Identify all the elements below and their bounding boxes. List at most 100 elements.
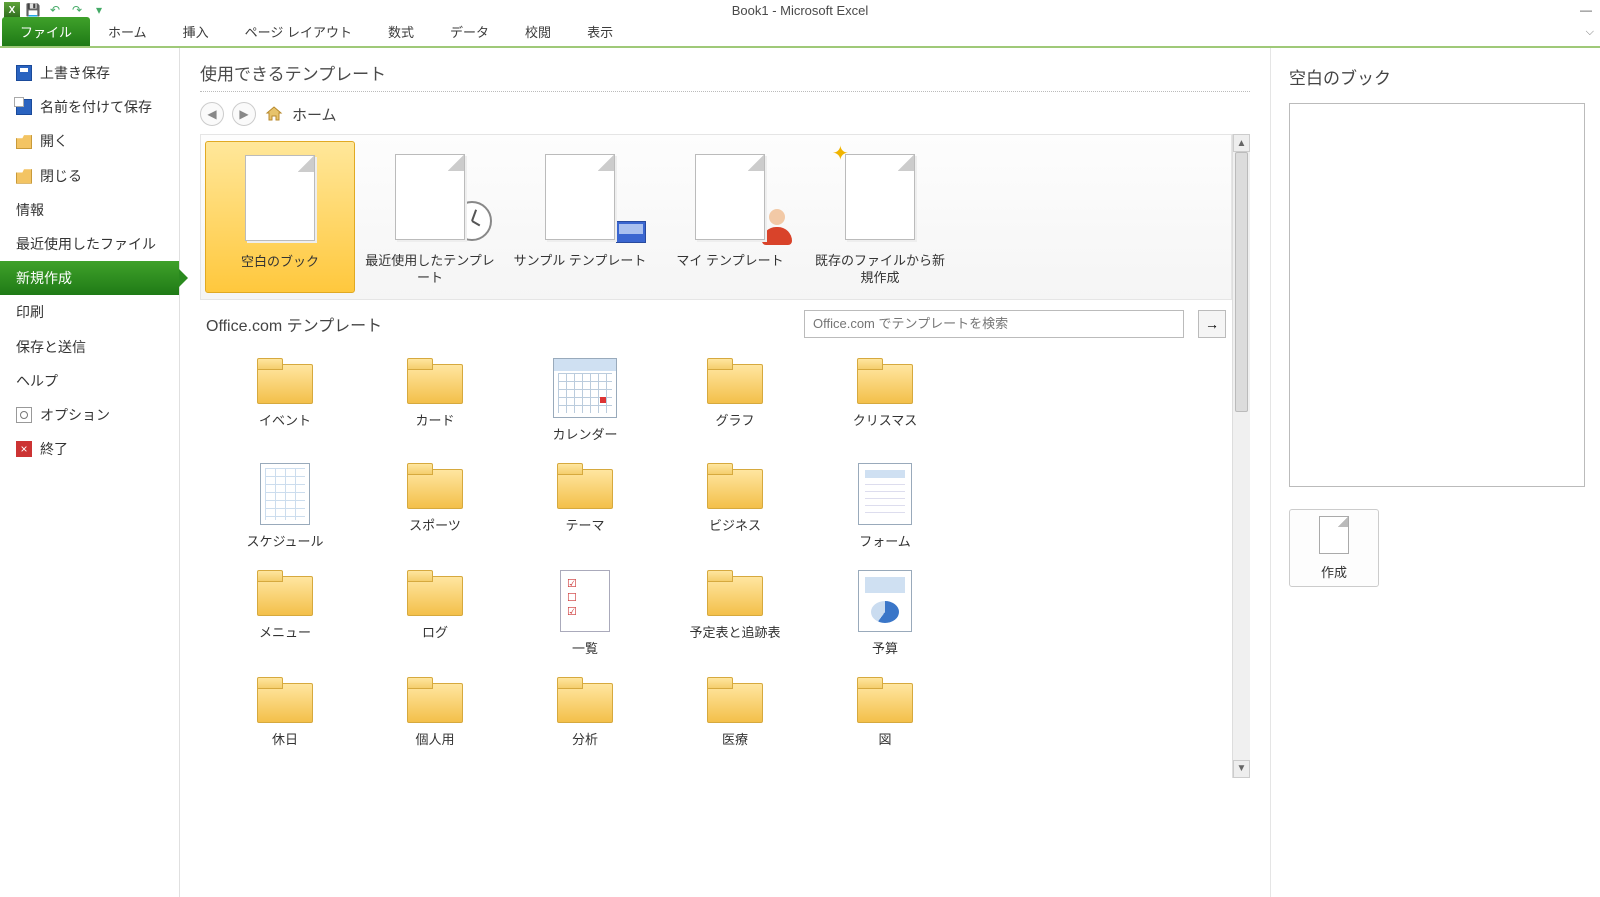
template-folder-16[interactable]: 個人用 xyxy=(360,677,510,748)
folder-icon xyxy=(705,677,765,723)
folder-label: 一覧 xyxy=(510,638,660,657)
template-folder-19[interactable]: 図 xyxy=(810,677,960,748)
templates-scrollbar[interactable]: ▲ ▼ xyxy=(1232,134,1250,778)
tab-data[interactable]: データ xyxy=(432,17,507,46)
template-folder-13[interactable]: 予定表と追跡表 xyxy=(660,570,810,657)
template-folder-8[interactable]: ビジネス xyxy=(660,463,810,550)
backstage-main: 使用できるテンプレート ◀ ▶ ホーム 空白のブック最近使用したテンプレートサン… xyxy=(180,48,1600,897)
divider xyxy=(200,91,1250,92)
sidebar-item-6[interactable]: 新規作成 xyxy=(0,261,179,295)
sidebar-item-label: 終了 xyxy=(40,440,68,458)
template-folder-17[interactable]: 分析 xyxy=(510,677,660,748)
folder-icon xyxy=(255,570,315,616)
form-icon xyxy=(858,463,912,525)
templates-pane: 使用できるテンプレート ◀ ▶ ホーム 空白のブック最近使用したテンプレートサン… xyxy=(180,48,1270,897)
folder-label: テーマ xyxy=(510,515,660,534)
tab-home[interactable]: ホーム xyxy=(90,17,165,46)
template-label: マイ テンプレート xyxy=(659,253,801,270)
template-search-go-button[interactable]: → xyxy=(1198,310,1226,338)
template-folder-6[interactable]: スポーツ xyxy=(360,463,510,550)
template-label: サンプル テンプレート xyxy=(509,253,651,270)
tab-insert[interactable]: 挿入 xyxy=(165,17,227,46)
folder-label: カレンダー xyxy=(510,424,660,443)
template-folder-1[interactable]: カード xyxy=(360,358,510,443)
template-label: 既存のファイルから新規作成 xyxy=(809,253,951,287)
folder-label: 予定表と追跡表 xyxy=(660,622,810,641)
template-thumb-icon xyxy=(512,147,648,247)
sidebar-item-4[interactable]: 情報 xyxy=(0,193,179,227)
folder-label: スケジュール xyxy=(210,531,360,550)
folder-label: 分析 xyxy=(510,729,660,748)
folder-label: 医療 xyxy=(660,729,810,748)
template-search-input[interactable] xyxy=(804,310,1184,338)
scroll-thumb[interactable] xyxy=(1235,152,1248,412)
template-folder-5[interactable]: スケジュール xyxy=(210,463,360,550)
tab-review[interactable]: 校閲 xyxy=(507,17,569,46)
backstage-sidebar: 上書き保存名前を付けて保存開く閉じる情報最近使用したファイル新規作成印刷保存と送… xyxy=(0,48,180,897)
template-folder-12[interactable]: 一覧 xyxy=(510,570,660,657)
scroll-up-button[interactable]: ▲ xyxy=(1233,134,1250,152)
sidebar-item-10[interactable]: オプション xyxy=(0,398,179,432)
excel-app-icon: X xyxy=(4,2,20,18)
template-my[interactable]: マイ テンプレート xyxy=(655,141,805,293)
template-folder-10[interactable]: メニュー xyxy=(210,570,360,657)
create-button-label: 作成 xyxy=(1321,562,1347,581)
template-folder-14[interactable]: 予算 xyxy=(810,570,960,657)
template-folder-18[interactable]: 医療 xyxy=(660,677,810,748)
sidebar-item-2[interactable]: 開く xyxy=(0,124,179,158)
close-icon xyxy=(16,168,32,184)
open-icon xyxy=(16,133,32,149)
nav-back-button[interactable]: ◀ xyxy=(200,102,224,126)
folder-icon xyxy=(405,570,465,616)
tab-view[interactable]: 表示 xyxy=(569,17,631,46)
template-folder-0[interactable]: イベント xyxy=(210,358,360,443)
breadcrumb-home[interactable]: ホーム xyxy=(292,104,337,125)
template-fromfile[interactable]: ✦既存のファイルから新規作成 xyxy=(805,141,955,293)
sidebar-item-0[interactable]: 上書き保存 xyxy=(0,56,179,90)
tab-page-layout[interactable]: ページ レイアウト xyxy=(227,17,370,46)
sidebar-item-label: 保存と送信 xyxy=(16,338,86,356)
template-folder-9[interactable]: フォーム xyxy=(810,463,960,550)
tab-file[interactable]: ファイル xyxy=(2,17,90,46)
folder-icon xyxy=(555,677,615,723)
template-nav-row: ◀ ▶ ホーム xyxy=(200,98,1250,134)
sidebar-item-3[interactable]: 閉じる xyxy=(0,159,179,193)
folder-icon xyxy=(855,677,915,723)
sidebar-item-label: 情報 xyxy=(16,201,44,219)
sidebar-item-label: オプション xyxy=(40,406,110,424)
tab-formulas[interactable]: 数式 xyxy=(370,17,432,46)
sidebar-item-label: 名前を付けて保存 xyxy=(40,98,152,116)
folder-label: ログ xyxy=(360,622,510,641)
window-minimize-button[interactable]: — xyxy=(1572,0,1600,20)
folder-icon xyxy=(405,463,465,509)
template-folder-11[interactable]: ログ xyxy=(360,570,510,657)
home-icon[interactable] xyxy=(264,104,284,124)
folder-label: 休日 xyxy=(210,729,360,748)
sidebar-item-11[interactable]: 終了 xyxy=(0,432,179,466)
template-folder-3[interactable]: グラフ xyxy=(660,358,810,443)
folder-icon xyxy=(255,358,315,404)
template-folder-4[interactable]: クリスマス xyxy=(810,358,960,443)
create-button[interactable]: 作成 xyxy=(1289,509,1379,587)
sidebar-item-8[interactable]: 保存と送信 xyxy=(0,330,179,364)
scroll-down-button[interactable]: ▼ xyxy=(1233,760,1250,778)
template-preview-pane: 空白のブック 作成 xyxy=(1270,48,1600,897)
sidebar-item-7[interactable]: 印刷 xyxy=(0,295,179,329)
template-folder-2[interactable]: カレンダー xyxy=(510,358,660,443)
saveas-icon xyxy=(16,99,32,115)
sidebar-item-1[interactable]: 名前を付けて保存 xyxy=(0,90,179,124)
preview-heading: 空白のブック xyxy=(1289,64,1582,89)
sidebar-item-label: 印刷 xyxy=(16,303,44,321)
template-blank[interactable]: 空白のブック xyxy=(205,141,355,293)
nav-forward-button[interactable]: ▶ xyxy=(232,102,256,126)
sidebar-item-5[interactable]: 最近使用したファイル xyxy=(0,227,179,261)
template-folder-7[interactable]: テーマ xyxy=(510,463,660,550)
template-folder-15[interactable]: 休日 xyxy=(210,677,360,748)
template-recent[interactable]: 最近使用したテンプレート xyxy=(355,141,505,293)
sidebar-item-9[interactable]: ヘルプ xyxy=(0,364,179,398)
checklist-icon xyxy=(560,570,610,632)
ribbon-collapse-icon[interactable]: ⌵ xyxy=(1586,26,1594,39)
folder-label: 図 xyxy=(810,729,960,748)
template-sample[interactable]: サンプル テンプレート xyxy=(505,141,655,293)
opt-icon xyxy=(16,407,32,423)
